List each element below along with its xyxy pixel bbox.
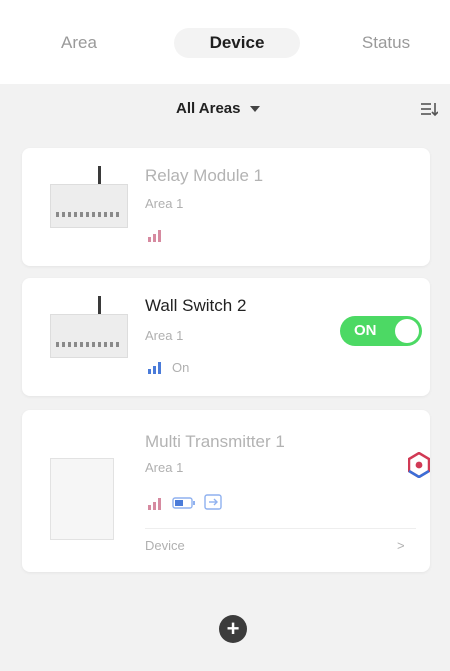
device-card-multi-transmitter[interactable]: Multi Transmitter 1 Area 1 Device > (22, 410, 430, 572)
battery-icon (172, 497, 195, 509)
area-filter-label: All Areas (176, 100, 241, 117)
device-name: Relay Module 1 (145, 166, 264, 185)
toggle-knob (395, 319, 419, 343)
toggle-label: ON (354, 322, 377, 339)
signal-icon (148, 362, 161, 374)
signal-icon (148, 498, 161, 510)
area-filter-bar: All Areas (0, 94, 450, 124)
device-area: Area 1 (145, 460, 184, 475)
app-logo-icon (408, 452, 430, 478)
device-card-wall-switch[interactable]: Wall Switch 2 Area 1 On ON (22, 278, 430, 396)
device-name: Wall Switch 2 (145, 296, 247, 315)
switch-status-text: On (172, 360, 190, 375)
caret-down-icon (250, 106, 261, 113)
area-filter-dropdown[interactable]: All Areas (176, 94, 261, 124)
device-name: Multi Transmitter 1 (145, 432, 285, 451)
device-footer-label[interactable]: Device (145, 538, 185, 553)
chevron-right-icon[interactable]: > (397, 538, 405, 553)
device-card-relay-module[interactable]: Relay Module 1 Area 1 (22, 148, 430, 266)
card-divider (145, 528, 416, 529)
signal-icon (148, 230, 161, 242)
device-area: Area 1 (145, 328, 184, 343)
top-tab-bar: Area Device Status (0, 0, 450, 84)
door-contact-icon (204, 494, 222, 510)
tab-area[interactable]: Area (44, 28, 114, 58)
tab-device[interactable]: Device (174, 28, 300, 58)
power-toggle[interactable]: ON (340, 316, 422, 346)
tab-status[interactable]: Status (346, 28, 426, 58)
device-area: Area 1 (145, 196, 184, 211)
add-device-button[interactable]: + (219, 615, 247, 643)
sort-icon[interactable] (420, 100, 438, 118)
